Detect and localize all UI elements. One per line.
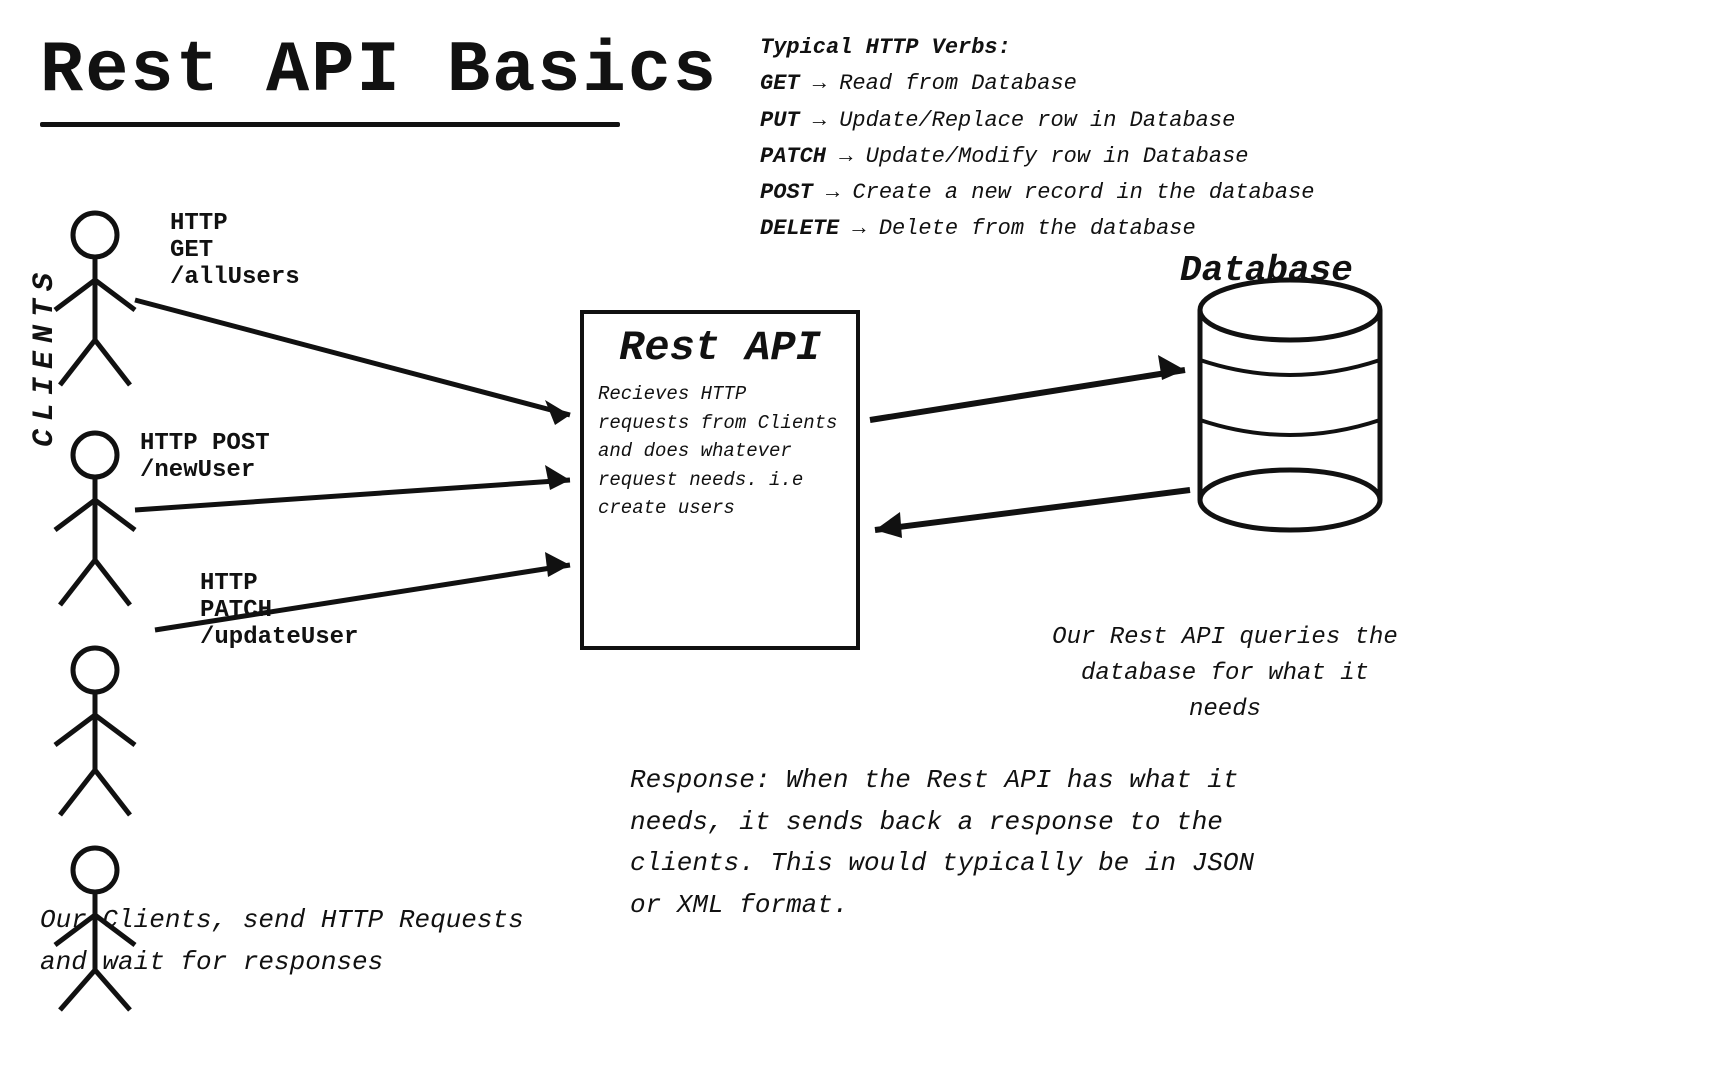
http-verb-put: PUT → Update/Replace row in Database [760,103,1315,139]
page-title: Rest API Basics [40,30,718,112]
http-verbs-title: Typical HTTP Verbs: [760,30,1315,66]
http-get-label: HTTPGET/allUsers [170,210,300,291]
rest-api-box: Rest API Recieves HTTP requests from Cli… [580,310,860,650]
http-verbs-section: Typical HTTP Verbs: GET → Read from Data… [760,30,1315,248]
title-underline [40,122,620,127]
queries-label: Our Rest API queries thedatabase for wha… [1050,620,1400,728]
database-label: Database [1180,250,1353,291]
response-label: Response: When the Rest API has what itn… [630,760,1280,926]
http-verb-post: POST → Create a new record in the databa… [760,175,1315,211]
rest-api-title: Rest API [584,324,856,372]
http-patch-label: HTTPPATCH/updateUser [200,570,358,651]
clients-vertical-label: CLIENTS [28,265,62,447]
http-verb-patch: PATCH → Update/Modify row in Database [760,139,1315,175]
clients-footer-label: Our Clients, send HTTP Requestsand wait … [40,900,524,983]
page: Rest API Basics Typical HTTP Verbs: GET … [0,0,1720,1080]
http-verb-get: GET → Read from Database [760,66,1315,102]
rest-api-description: Recieves HTTP requests from Clients and … [584,372,856,531]
http-verb-delete: DELETE → Delete from the database [760,211,1315,247]
http-post-label: HTTP POST/newUser [140,430,270,484]
